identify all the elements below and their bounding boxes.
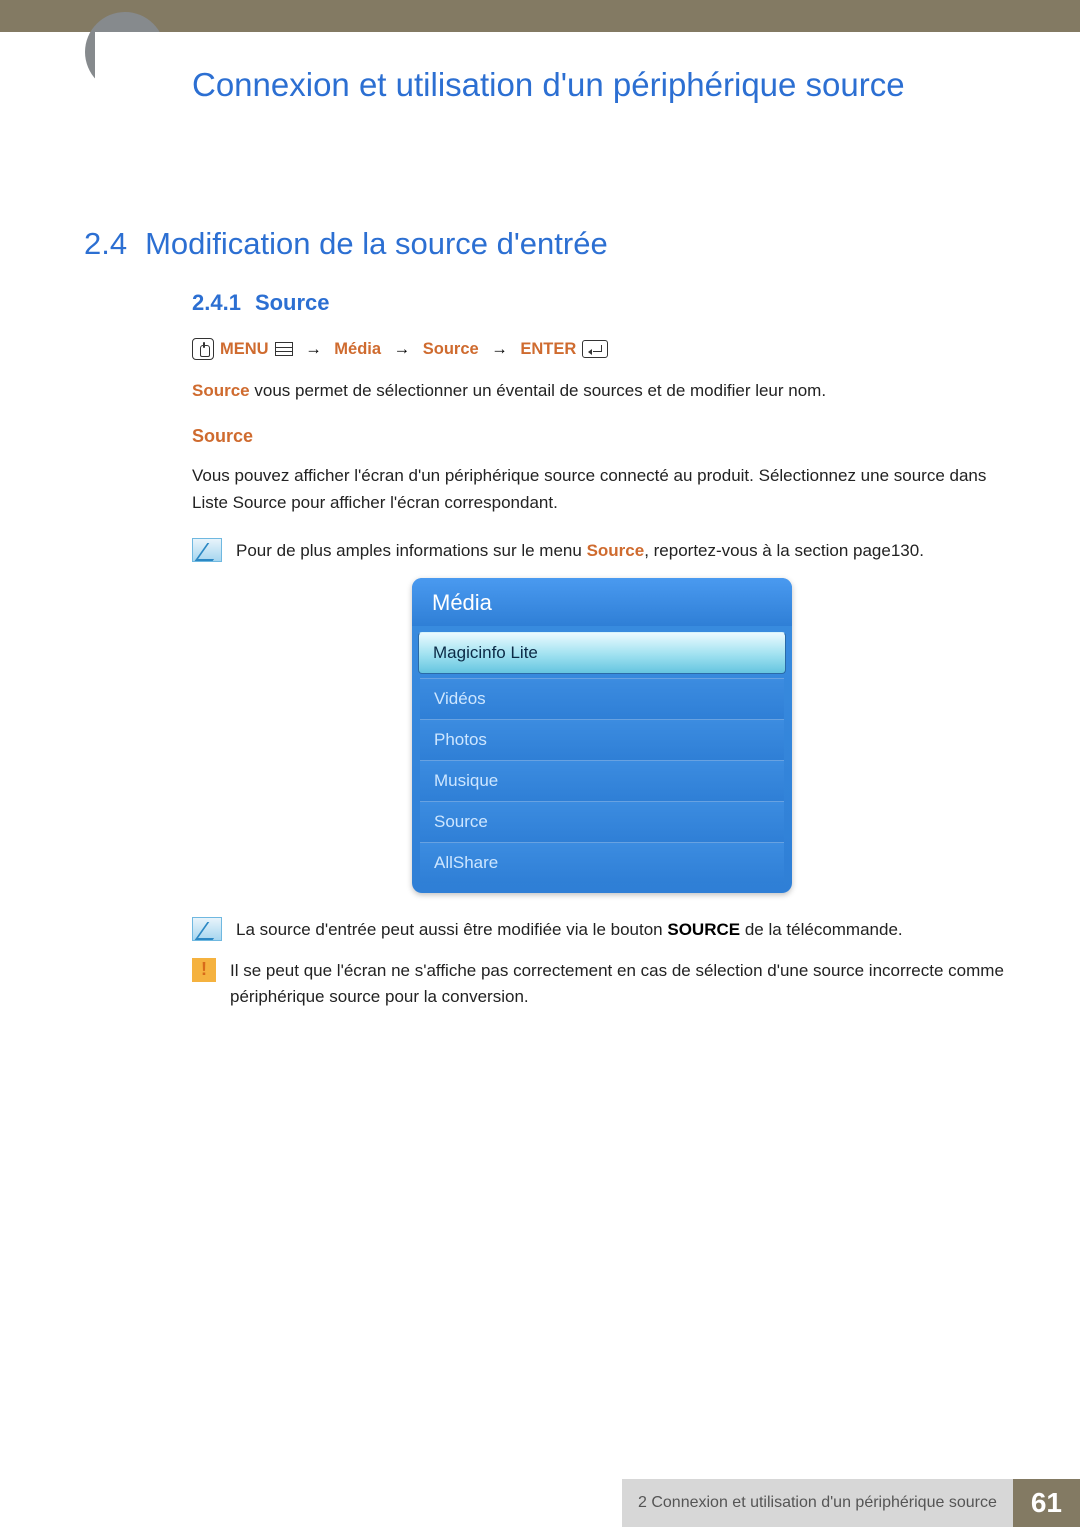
osd-title: Média [412, 578, 792, 626]
info-note-1-text: Pour de plus amples informations sur le … [236, 538, 1012, 564]
content-area: 2.4.1 Source MENU → Média → Source → ENT… [192, 290, 1012, 1024]
chapter-title: Connexion et utilisation d'un périphériq… [192, 64, 1000, 105]
osd-item-allshare[interactable]: AllShare [420, 842, 784, 883]
section-title: Modification de la source d'entrée [145, 226, 608, 262]
osd-item-musique[interactable]: Musique [420, 760, 784, 801]
source-heading: Source [192, 426, 1012, 447]
nav-menu-label: MENU [220, 340, 269, 359]
info-note-2-text: La source d'entrée peut aussi être modif… [236, 917, 1012, 943]
warning-note-text: Il se peut que l'écran ne s'affiche pas … [230, 958, 1012, 1011]
note1-pre: Pour de plus amples informations sur le … [236, 541, 587, 560]
menu-navigation-path: MENU → Média → Source → ENTER [192, 338, 1012, 360]
top-bar [0, 0, 1080, 32]
subsection-heading: 2.4.1 Source [192, 290, 1012, 316]
nav-media-label: Média [334, 340, 381, 359]
note2-bold: SOURCE [667, 920, 740, 939]
enter-icon [582, 340, 608, 358]
paragraph-1-lead: Source [192, 381, 250, 400]
osd-item-source[interactable]: Source [420, 801, 784, 842]
info-note-1: Pour de plus amples informations sur le … [192, 538, 1012, 564]
info-icon [192, 917, 222, 941]
note2-post: de la télécommande. [740, 920, 903, 939]
nav-arrow-3: → [491, 340, 508, 359]
warning-icon [192, 958, 216, 982]
note2-pre: La source d'entrée peut aussi être modif… [236, 920, 667, 939]
paragraph-1-rest: vous permet de sélectionner un éventail … [250, 381, 826, 400]
page: Connexion et utilisation d'un périphériq… [0, 32, 1080, 1527]
subsection-number: 2.4.1 [192, 290, 241, 316]
nav-source-label: Source [423, 340, 479, 359]
paragraph-2: Vous pouvez afficher l'écran d'un périph… [192, 463, 1012, 516]
nav-arrow-1: → [305, 340, 322, 359]
info-note-2: La source d'entrée peut aussi être modif… [192, 917, 1012, 943]
paragraph-1: Source vous permet de sélectionner un év… [192, 378, 1012, 404]
nav-arrow-2: → [394, 340, 411, 359]
section-number: 2.4 [84, 226, 127, 262]
footer-page-number: 61 [1013, 1479, 1080, 1527]
page-footer: 2 Connexion et utilisation d'un périphér… [0, 1479, 1080, 1527]
osd-item-photos[interactable]: Photos [420, 719, 784, 760]
nav-enter-label: ENTER [520, 340, 576, 359]
note1-bold: Source [587, 541, 645, 560]
note1-post: , reportez-vous à la section page130. [644, 541, 924, 560]
footer-spacer [0, 1479, 622, 1527]
osd-item-magicinfo[interactable]: Magicinfo Lite [418, 632, 786, 674]
section-heading: 2.4 Modification de la source d'entrée [84, 226, 1000, 262]
info-icon [192, 538, 222, 562]
footer-chapter-label: 2 Connexion et utilisation d'un périphér… [622, 1479, 1013, 1527]
menu-icon [275, 342, 293, 356]
osd-media-menu: Média Magicinfo Lite Vidéos Photos Musiq… [412, 578, 792, 893]
warning-note: Il se peut que l'écran ne s'affiche pas … [192, 958, 1012, 1011]
osd-item-videos[interactable]: Vidéos [420, 678, 784, 719]
subsection-title: Source [255, 290, 330, 316]
remote-hand-icon [192, 338, 214, 360]
